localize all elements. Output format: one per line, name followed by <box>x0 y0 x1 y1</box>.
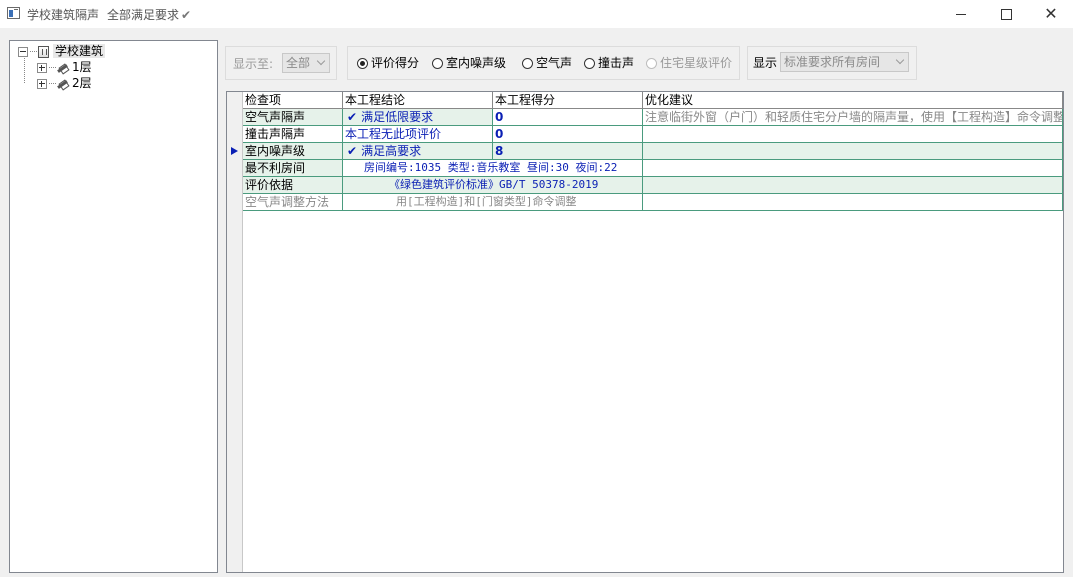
current-row-pointer-icon <box>231 147 238 155</box>
show-to-label: 显示至: <box>233 57 274 71</box>
row-item-cell[interactable]: 撞击声隔声 <box>243 126 343 143</box>
row-score-cell[interactable]: 0 <box>493 109 643 126</box>
row-advice-cell[interactable] <box>643 126 1063 143</box>
radio-label: 评价得分 <box>371 56 420 70</box>
status-check-icon: ✔ <box>181 8 192 22</box>
radio-button-icon <box>432 58 443 69</box>
row-header-column <box>227 92 243 572</box>
collapse-icon[interactable] <box>18 46 28 57</box>
radio-label: 住宅星级评价 <box>660 56 733 70</box>
tree-node-label: 2层 <box>72 76 92 90</box>
display-label: 显示 <box>753 56 778 70</box>
show-to-value: 全部 <box>286 56 311 70</box>
app-icon <box>7 7 20 19</box>
window-title: 学校建筑隔声 全部满足要求 ✔ <box>27 6 191 23</box>
window-status-text: 全部满足要求 <box>107 8 180 22</box>
row-conclusion-cell[interactable]: ✔ 满足高要求 <box>343 143 493 160</box>
row-advice-cell[interactable] <box>643 160 1063 177</box>
radio-residential-star[interactable]: 住宅星级评价 <box>646 55 732 71</box>
radio-indoor-noise[interactable]: 室内噪声级 <box>432 55 506 71</box>
show-to-select[interactable]: 全部 <box>282 53 330 73</box>
close-icon: ✕ <box>1044 4 1058 23</box>
tree-connector <box>49 83 56 84</box>
row-advice-cell[interactable] <box>643 177 1063 194</box>
check-icon: ✔ <box>347 110 358 124</box>
radio-button-icon <box>584 58 595 69</box>
col-header-score[interactable]: 本工程得分 <box>493 92 643 109</box>
col-header-advice[interactable]: 优化建议 <box>643 92 1063 109</box>
conclusion-text: 满足高要求 <box>361 144 422 158</box>
worst-room-cell[interactable]: 房间编号:1035 类型:音乐教室 昼间:30 夜间:22 <box>343 160 643 177</box>
radio-impact[interactable]: 撞击声 <box>584 55 634 71</box>
building-icon <box>38 45 49 58</box>
floor-icon <box>57 62 68 74</box>
display-filter-value: 标准要求所有房间 <box>784 55 881 69</box>
row-item-cell[interactable]: 空气声隔声 <box>243 109 343 126</box>
row-score-cell[interactable]: 8 <box>493 143 643 160</box>
row-item-cell[interactable]: 评价依据 <box>243 177 343 194</box>
maximize-icon <box>1000 8 1012 20</box>
display-filter-select[interactable]: 标准要求所有房间 <box>780 52 909 72</box>
row-conclusion-cell[interactable]: 本工程无此项评价 <box>343 126 493 143</box>
radio-airborne[interactable]: 空气声 <box>522 55 572 71</box>
radio-button-icon <box>357 58 368 69</box>
tree-node-floor-2[interactable]: 2层 <box>37 75 92 91</box>
row-item-cell[interactable]: 最不利房间 <box>243 160 343 177</box>
conclusion-text: 满足低限要求 <box>361 110 434 124</box>
building-tree[interactable]: 学校建筑 1层 2层 <box>9 40 218 573</box>
radio-score[interactable]: 评价得分 <box>357 55 419 71</box>
col-header-conclusion[interactable]: 本工程结论 <box>343 92 493 109</box>
expand-icon[interactable] <box>37 62 47 73</box>
row-advice-cell[interactable] <box>643 143 1063 160</box>
floor-icon <box>57 78 68 90</box>
tree-node-root[interactable]: 学校建筑 <box>18 43 106 59</box>
title-bar: 学校建筑隔声 全部满足要求 ✔ ✕ <box>0 0 1073 28</box>
evaluation-basis-cell[interactable]: 《绿色建筑评价标准》GB/T 50378-2019 <box>343 177 643 194</box>
row-item-cell[interactable]: 空气声调整方法 <box>243 194 343 211</box>
chevron-down-icon <box>895 55 905 65</box>
tree-node-label: 1层 <box>72 60 92 74</box>
tree-guide-line <box>24 58 25 83</box>
check-icon: ✔ <box>347 144 358 158</box>
adjust-method-cell[interactable]: 用[工程构造]和[门窗类型]命令调整 <box>343 194 643 211</box>
results-grid[interactable]: 检查项 本工程结论 本工程得分 优化建议 空气声隔声 ✔ 满足低限要求 0 注意临… <box>226 91 1064 573</box>
tree-connector <box>49 67 56 68</box>
radio-button-icon <box>522 58 533 69</box>
radio-label: 撞击声 <box>598 56 635 70</box>
row-advice-cell[interactable]: 注意临街外窗（户门）和轻质住宅分户墙的隔声量，使用【工程构造】命令调整 <box>643 109 1063 126</box>
minimize-icon <box>956 13 966 15</box>
tree-connector <box>30 51 37 52</box>
row-score-cell[interactable]: 0 <box>493 126 643 143</box>
row-conclusion-cell[interactable]: ✔ 满足低限要求 <box>343 109 493 126</box>
row-item-cell[interactable]: 室内噪声级 <box>243 143 343 160</box>
row-advice-cell[interactable] <box>643 194 1063 211</box>
radio-button-icon <box>646 58 657 69</box>
tree-node-label: 学校建筑 <box>53 44 106 58</box>
tree-node-floor-1[interactable]: 1层 <box>37 59 92 75</box>
col-header-item[interactable]: 检查项 <box>243 92 343 109</box>
window-title-text: 学校建筑隔声 <box>27 8 100 22</box>
radio-label: 空气声 <box>536 56 573 70</box>
radio-label: 室内噪声级 <box>446 56 507 70</box>
minimize-button[interactable] <box>938 0 984 28</box>
maximize-button[interactable] <box>983 0 1029 28</box>
close-button[interactable]: ✕ <box>1028 0 1073 28</box>
expand-icon[interactable] <box>37 78 47 89</box>
chevron-down-icon <box>316 56 326 66</box>
